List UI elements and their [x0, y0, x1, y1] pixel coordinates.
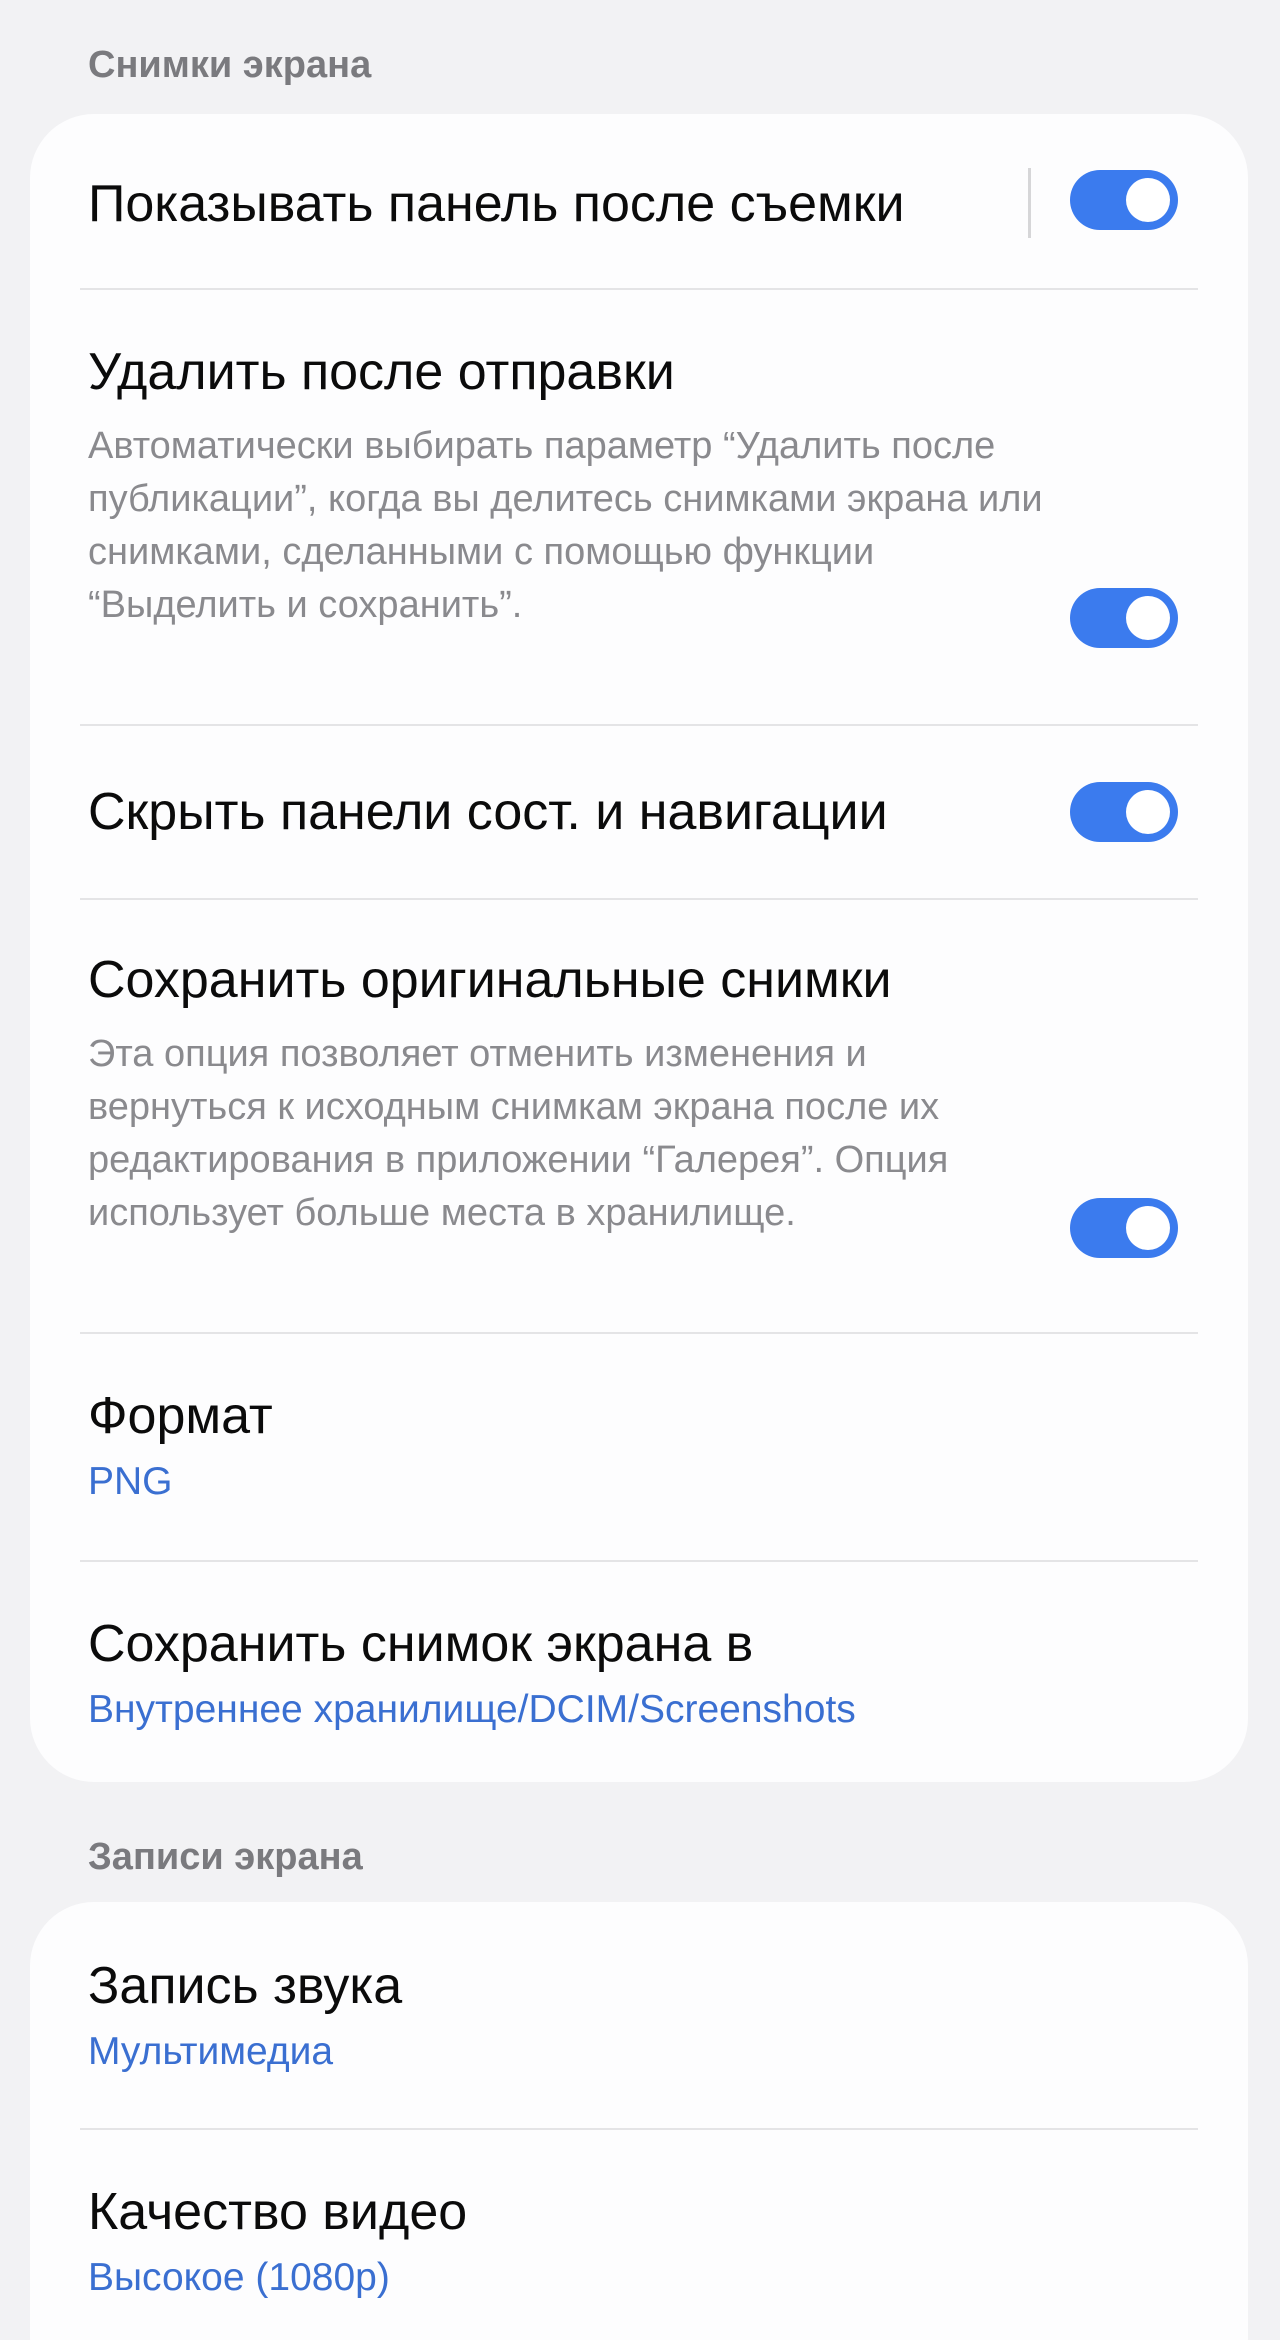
show-toolbar-toggle[interactable]: [1070, 170, 1178, 230]
row-title: Формат: [88, 1387, 273, 1445]
row-format[interactable]: Формат PNG: [30, 1334, 1248, 1562]
row-title: Сохранить оригинальные снимки: [88, 951, 892, 1009]
divider-vertical: [1028, 168, 1031, 238]
row-title: Показывать панель после съемки: [88, 175, 905, 233]
row-title: Скрыть панели сост. и навигации: [88, 783, 888, 841]
toggle-knob: [1126, 178, 1170, 222]
row-value: Внутреннее хранилище/DCIM/Screenshots: [88, 1688, 856, 1731]
row-save-location[interactable]: Сохранить снимок экрана в Внутреннее хра…: [30, 1562, 1248, 1782]
row-sound-recording[interactable]: Запись звука Мультимедиа: [30, 1902, 1248, 2130]
row-show-toolbar[interactable]: Показывать панель после съемки: [30, 114, 1248, 290]
section-header-screenshots: Снимки экрана: [88, 44, 372, 86]
section-header-recordings: Записи экрана: [88, 1836, 363, 1878]
row-description: Эта опция позволяет отменить изменения и…: [88, 1033, 949, 1234]
row-title: Удалить после отправки: [88, 343, 675, 401]
settings-page: Снимки экрана Показывать панель после съ…: [0, 0, 1280, 2340]
row-title: Качество видео: [88, 2183, 468, 2241]
recordings-card: Запись звука Мультимедиа Качество видео …: [30, 1902, 1248, 2340]
delete-after-sharing-toggle[interactable]: [1070, 588, 1178, 648]
hide-bars-toggle[interactable]: [1070, 782, 1178, 842]
save-originals-toggle[interactable]: [1070, 1198, 1178, 1258]
row-value: Мультимедиа: [88, 2030, 334, 2073]
screenshots-card: Показывать панель после съемки Удалить п…: [30, 114, 1248, 1782]
toggle-knob: [1126, 1206, 1170, 1250]
row-title: Запись звука: [88, 1957, 403, 2015]
row-title: Сохранить снимок экрана в: [88, 1615, 754, 1673]
row-hide-bars[interactable]: Скрыть панели сост. и навигации: [30, 726, 1248, 900]
toggle-knob: [1126, 596, 1170, 640]
toggle-knob: [1126, 790, 1170, 834]
row-value: PNG: [88, 1460, 173, 1503]
row-value: Высокое (1080p): [88, 2256, 390, 2299]
row-video-quality[interactable]: Качество видео Высокое (1080p): [30, 2130, 1248, 2340]
row-description: Автоматически выбирать параметр “Удалить…: [88, 425, 1043, 626]
